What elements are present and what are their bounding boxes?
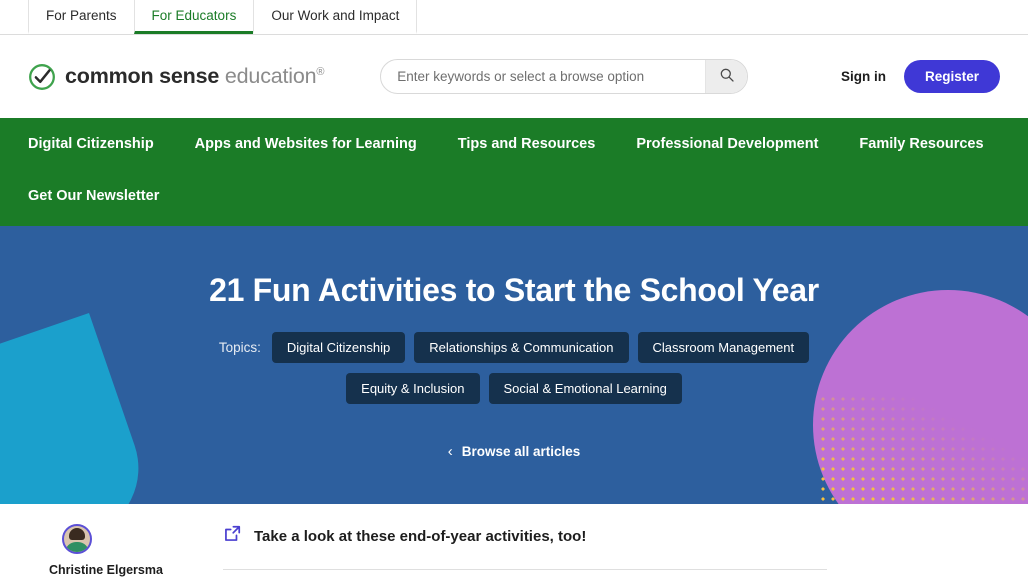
nav-item-get-our-newsletter[interactable]: Get Our Newsletter (28, 188, 159, 204)
avatar-hair (69, 528, 85, 540)
hero-banner: 21 Fun Activities to Start the School Ye… (0, 226, 1028, 504)
search-input[interactable] (381, 60, 706, 93)
chevron-left-icon: ‹ (447, 443, 453, 460)
nav-item-apps-and-websites-for-learning[interactable]: Apps and Websites for Learning (195, 136, 417, 152)
header-actions: Sign in Register (841, 60, 1000, 93)
sign-in-link[interactable]: Sign in (841, 69, 886, 84)
nav-item-professional-development[interactable]: Professional Development (636, 136, 818, 152)
tab-label: For Educators (151, 8, 237, 23)
tab-for-parents[interactable]: For Parents (28, 0, 134, 34)
topics-row-1: Topics: Digital Citizenship Relationship… (0, 332, 1028, 363)
logo-brand-light: education (224, 64, 317, 88)
topics-row-2: Equity & Inclusion Social & Emotional Le… (0, 373, 1028, 404)
section-divider (223, 569, 827, 570)
site-logo[interactable]: common sense education® (28, 63, 324, 91)
avatar-body (65, 542, 89, 552)
site-header: common sense education® Sign in Register (0, 35, 1028, 118)
top-tab-strip: For Parents For Educators Our Work and I… (0, 0, 1028, 35)
topics-label: Topics: (218, 340, 261, 355)
logo-wordmark: common sense education® (65, 64, 324, 89)
check-circle-icon (28, 63, 56, 91)
nav-item-tips-and-resources[interactable]: Tips and Resources (458, 136, 596, 152)
tab-for-educators[interactable]: For Educators (133, 0, 254, 34)
browse-all-articles-link[interactable]: ‹ Browse all articles (448, 444, 581, 459)
register-button[interactable]: Register (903, 60, 1000, 93)
promo-text: Take a look at these end-of-year activit… (254, 527, 587, 545)
topic-tag-social-emotional-learning[interactable]: Social & Emotional Learning (488, 373, 682, 404)
nav-item-digital-citizenship[interactable]: Digital Citizenship (28, 136, 154, 152)
promo-link[interactable]: Take a look at these end-of-year activit… (223, 524, 1000, 548)
external-link-icon (223, 524, 242, 548)
promo-block: Take a look at these end-of-year activit… (212, 524, 1000, 578)
tab-label: For Parents (46, 8, 117, 23)
search-bar (380, 59, 749, 94)
avatar[interactable] (62, 524, 92, 554)
topic-tag-classroom-management[interactable]: Classroom Management (637, 332, 810, 363)
primary-nav: Digital Citizenship Apps and Websites fo… (0, 118, 1028, 226)
hero-content: 21 Fun Activities to Start the School Ye… (0, 226, 1028, 461)
search-button[interactable] (705, 60, 748, 93)
tab-label: Our Work and Impact (271, 8, 400, 23)
author-name: Christine Elgersma (49, 563, 163, 577)
tab-our-work-and-impact[interactable]: Our Work and Impact (253, 0, 418, 34)
topic-tag-equity-inclusion[interactable]: Equity & Inclusion (346, 373, 480, 404)
logo-brand-bold: common sense (65, 64, 220, 88)
browse-all-articles-label: Browse all articles (461, 444, 581, 459)
topic-tag-digital-citizenship[interactable]: Digital Citizenship (271, 332, 406, 363)
nav-item-family-resources[interactable]: Family Resources (859, 136, 983, 152)
page-title: 21 Fun Activities to Start the School Ye… (209, 272, 819, 308)
article-byline-section: Christine Elgersma Take a look at these … (0, 504, 1028, 578)
topic-tag-relationships-communication[interactable]: Relationships & Communication (414, 332, 629, 363)
search-icon (719, 67, 735, 86)
author-block: Christine Elgersma (47, 524, 212, 578)
registered-mark: ® (316, 65, 325, 78)
